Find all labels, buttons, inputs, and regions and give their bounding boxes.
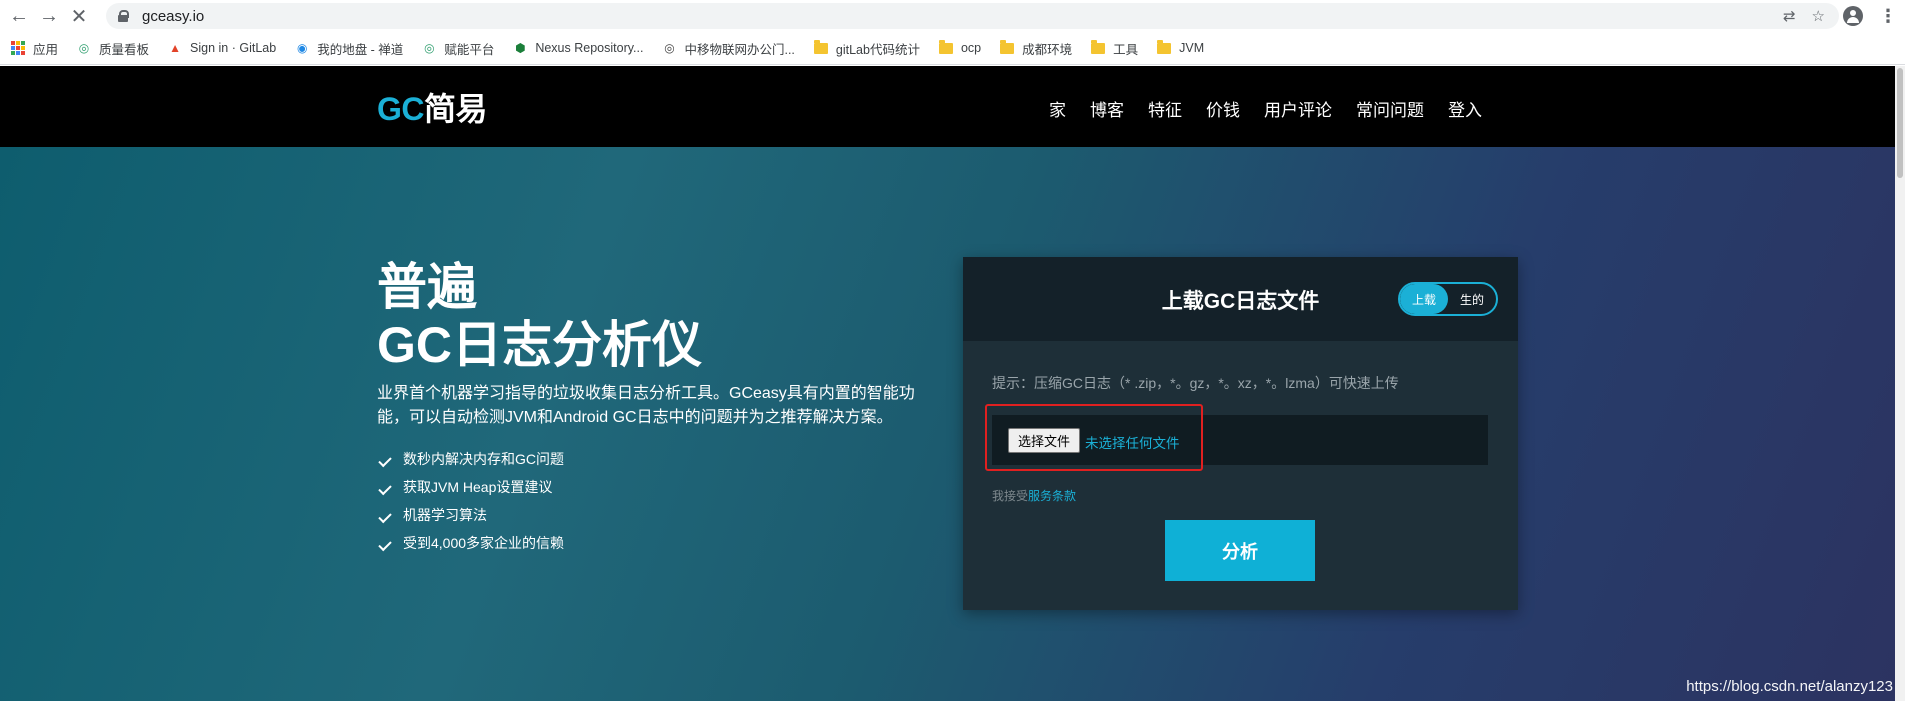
upload-card-header: 上载GC日志文件 上载 生的 xyxy=(963,257,1518,341)
feature-item: 数秒内解决内存和GC问题 xyxy=(377,445,564,473)
nav-blog[interactable]: 博客 xyxy=(1090,96,1124,121)
check-icon xyxy=(378,509,392,523)
feature-text: 机器学习算法 xyxy=(403,507,487,523)
bookmark-label: 成都环境 xyxy=(1022,42,1073,57)
upload-card: 上载GC日志文件 上载 生的 提示：压缩GC日志（* .zip，*。gz，*。x… xyxy=(963,257,1518,610)
globe-icon: ◎ xyxy=(664,41,675,55)
nav-home[interactable]: 家 xyxy=(1049,96,1066,121)
site-header: GC简易 家 博客 特征 价钱 用户评论 常问问题 登入 xyxy=(0,66,1895,147)
upload-hint: 提示：压缩GC日志（* .zip，*。gz，*。xz，*。lzma）可快速上传 xyxy=(992,375,1399,391)
bookmark-star-icon[interactable]: ☆ xyxy=(1812,7,1825,25)
bookmark-item[interactable]: 应用 xyxy=(10,39,58,58)
scrollbar-thumb[interactable] xyxy=(1897,68,1903,178)
hero-title: 普遍 GC日志分析仪 xyxy=(377,258,702,374)
bookmark-label: 应用 xyxy=(33,42,59,57)
folder-icon xyxy=(1090,39,1106,56)
toggle-raw-option[interactable]: 生的 xyxy=(1448,284,1496,314)
bookmark-item[interactable]: ◎ 中移物联网办公门... xyxy=(661,39,795,58)
logo-cn-text: 简易 xyxy=(424,91,488,127)
feature-item: 获取JVM Heap设置建议 xyxy=(377,473,564,501)
bookmark-label: 我的地盘 - 禅道 xyxy=(317,42,404,57)
highlight-frame xyxy=(985,404,1203,471)
feature-text: 获取JVM Heap设置建议 xyxy=(403,479,553,495)
bookmark-item[interactable]: ⬢ Nexus Repository... xyxy=(512,40,643,56)
globe-icon: ◎ xyxy=(424,41,435,55)
terms-prefix: 我接受 xyxy=(992,489,1029,503)
upload-mode-toggle[interactable]: 上载 生的 xyxy=(1398,282,1498,316)
apps-grid-icon xyxy=(10,40,26,56)
site-logo[interactable]: GC简易 xyxy=(377,84,488,130)
bookmark-label: 赋能平台 xyxy=(444,42,495,57)
forward-icon[interactable]: → xyxy=(34,1,64,31)
bookmark-item[interactable]: ocp xyxy=(938,39,982,56)
menu-kebab-icon[interactable]: ⋮ xyxy=(1879,7,1897,25)
analyze-button[interactable]: 分析 xyxy=(1165,520,1315,581)
url-text: gceasy.io xyxy=(142,7,205,25)
hero-title-line2: GC日志分析仪 xyxy=(377,317,702,373)
terms-text: 我接受服务条款 xyxy=(992,487,1076,504)
terms-link[interactable]: 服务条款 xyxy=(1028,489,1076,503)
profile-avatar-icon[interactable] xyxy=(1843,6,1863,26)
feature-item: 受到4,000多家企业的信赖 xyxy=(377,529,564,557)
nav-login[interactable]: 登入 xyxy=(1448,96,1482,121)
check-icon xyxy=(378,481,392,495)
watermark: https://blog.csdn.net/alanzy123 xyxy=(1686,678,1893,695)
globe-icon: ◎ xyxy=(78,41,90,55)
page-scrollbar[interactable] xyxy=(1895,66,1905,701)
logo-gc-text: GC xyxy=(377,91,425,127)
nav-pricing[interactable]: 价钱 xyxy=(1206,96,1240,121)
check-icon xyxy=(378,537,392,551)
folder-icon xyxy=(1156,39,1172,56)
back-icon[interactable]: ← xyxy=(4,1,34,31)
feature-text: 数秒内解决内存和GC问题 xyxy=(403,451,564,467)
bookmark-label: 中移物联网办公门... xyxy=(684,42,795,57)
bookmark-item[interactable]: ▲ Sign in · GitLab xyxy=(167,40,276,56)
bookmark-label: gitLab代码统计 xyxy=(835,42,920,57)
bookmark-label: Nexus Repository... xyxy=(535,41,644,55)
check-icon xyxy=(378,453,392,467)
folder-icon xyxy=(999,39,1015,56)
lock-icon xyxy=(118,10,129,22)
bookmark-item[interactable]: 工具 xyxy=(1090,39,1138,58)
toggle-upload-option[interactable]: 上载 xyxy=(1400,284,1448,314)
stop-loading-icon[interactable]: ✕ xyxy=(64,1,94,31)
bookmark-label: 质量看板 xyxy=(99,42,150,57)
zentao-icon: ◉ xyxy=(296,41,308,55)
folder-icon xyxy=(813,39,829,56)
bookmark-item[interactable]: ◉ 我的地盘 - 禅道 xyxy=(294,39,403,58)
hero-title-line1: 普遍 xyxy=(377,259,477,315)
main-nav: 家 博客 特征 价钱 用户评论 常问问题 登入 xyxy=(1049,96,1482,121)
feature-item: 机器学习算法 xyxy=(377,501,564,529)
hero-description: 业界首个机器学习指导的垃圾收集日志分析工具。GCeasy具有内置的智能功能，可以… xyxy=(377,385,915,426)
translate-icon[interactable]: ⇄ xyxy=(1783,7,1796,25)
gitlab-icon: ▲ xyxy=(169,41,181,55)
bookmark-item[interactable]: gitLab代码统计 xyxy=(813,39,920,58)
feature-text: 受到4,000多家企业的信赖 xyxy=(403,535,565,551)
bookmarks-bar: 应用 ◎ 质量看板 ▲ Sign in · GitLab ◉ 我的地盘 - 禅道… xyxy=(0,32,1905,65)
bookmark-label: Sign in · GitLab xyxy=(190,41,277,55)
bookmark-label: ocp xyxy=(960,41,982,55)
nav-reviews[interactable]: 用户评论 xyxy=(1264,96,1332,121)
bookmark-item[interactable]: ◎ 质量看板 xyxy=(76,39,149,58)
folder-icon xyxy=(938,39,954,56)
feature-list: 数秒内解决内存和GC问题 获取JVM Heap设置建议 机器学习算法 受到4,0… xyxy=(377,445,564,557)
bookmark-item[interactable]: JVM xyxy=(1156,39,1205,56)
bookmark-label: JVM xyxy=(1179,41,1205,55)
nexus-icon: ⬢ xyxy=(515,41,526,55)
nav-features[interactable]: 特征 xyxy=(1148,96,1182,121)
bookmark-item[interactable]: 成都环境 xyxy=(999,39,1072,58)
hero-section xyxy=(0,147,1895,701)
bookmark-item[interactable]: ◎ 赋能平台 xyxy=(421,39,494,58)
browser-toolbar: ← → ✕ gceasy.io ⇄ ☆ ⋮ xyxy=(0,0,1905,32)
address-bar[interactable]: gceasy.io ⇄ ☆ xyxy=(106,3,1839,29)
nav-faq[interactable]: 常问问题 xyxy=(1356,96,1424,121)
bookmark-label: 工具 xyxy=(1113,42,1139,57)
